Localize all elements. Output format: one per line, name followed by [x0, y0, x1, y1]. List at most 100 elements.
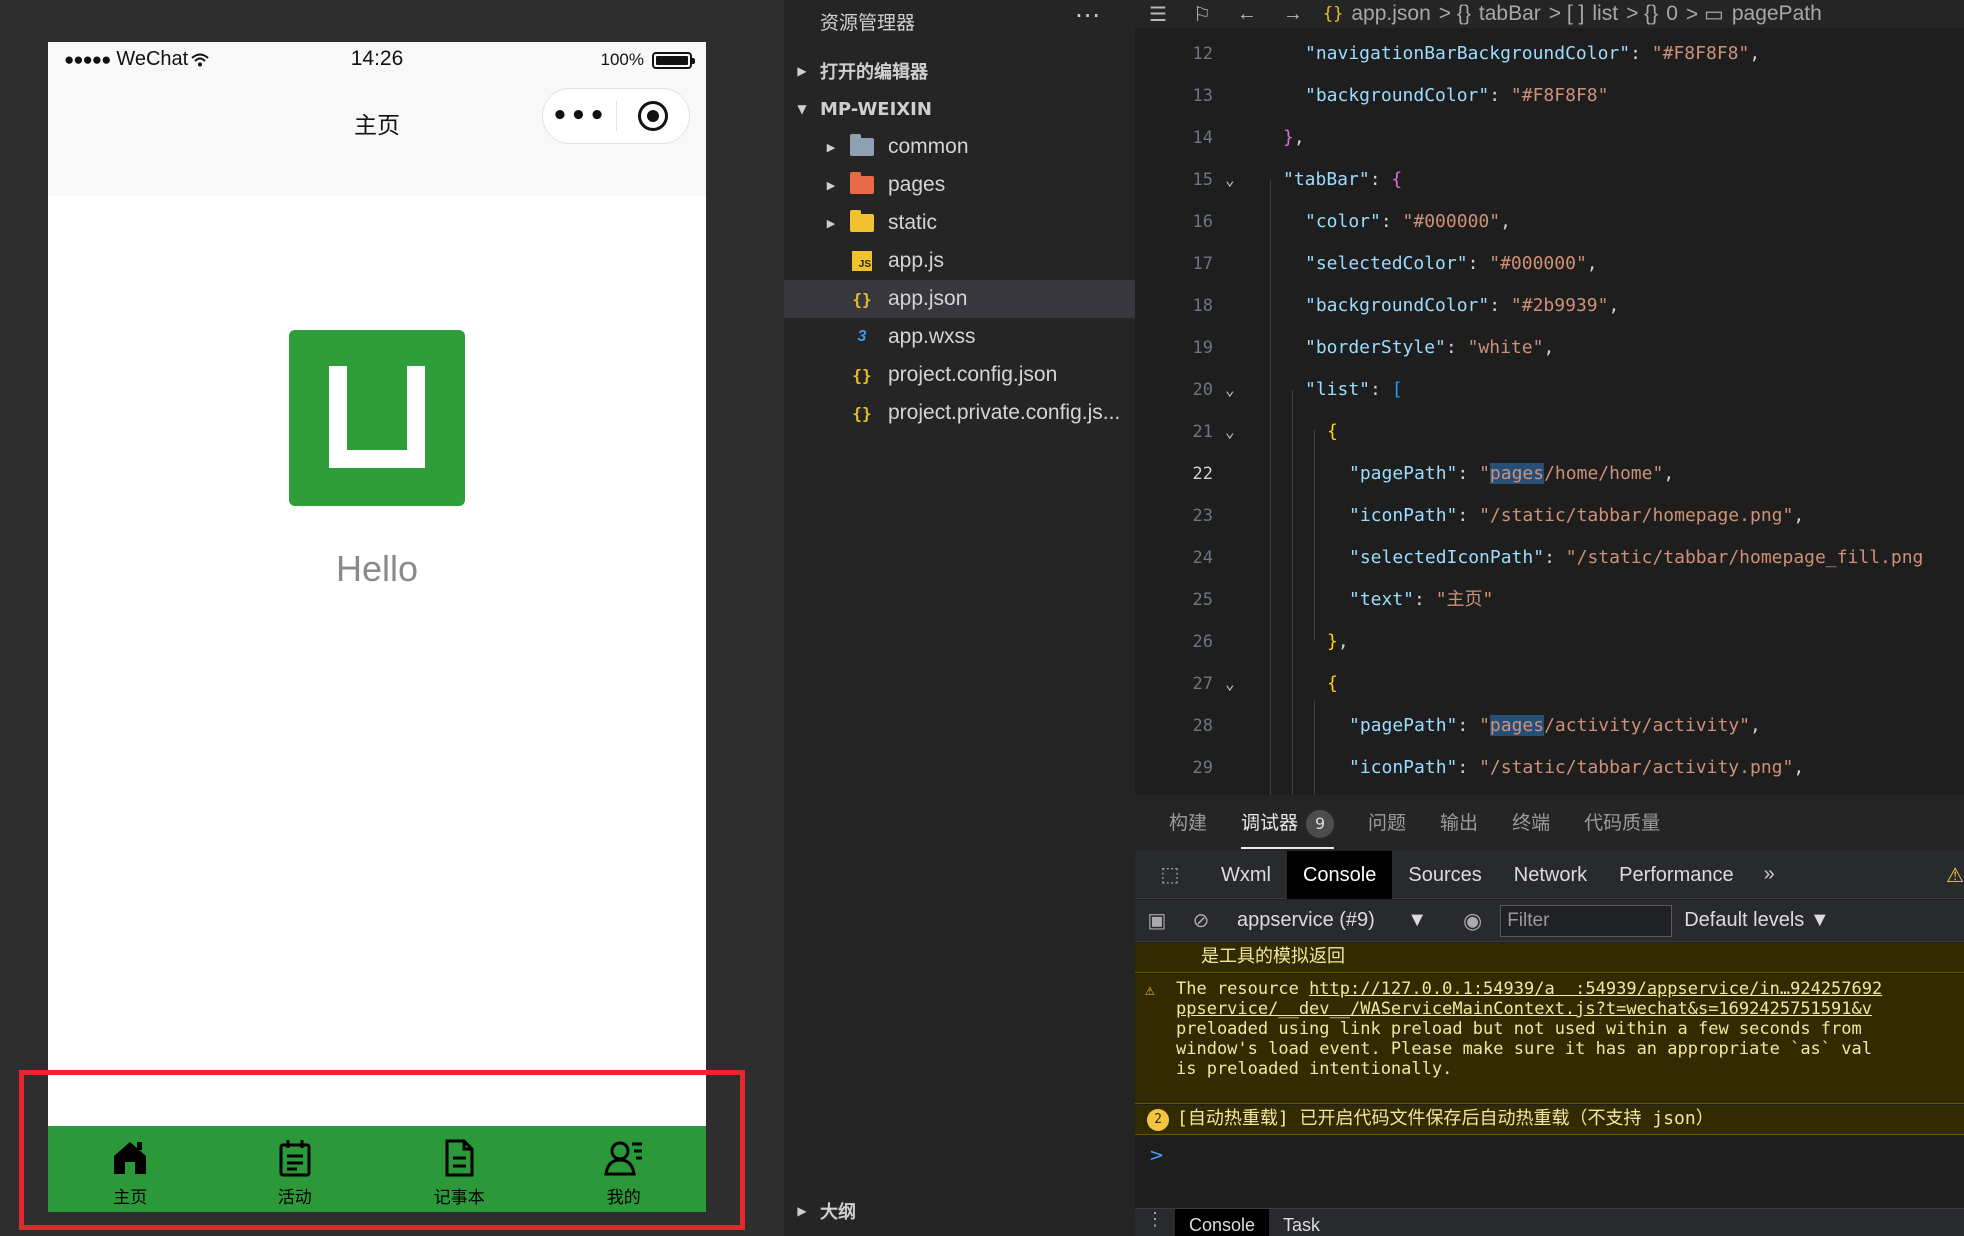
- outline-label: 大纲: [820, 1202, 856, 1223]
- chevron-right-icon: ▶: [826, 141, 836, 154]
- console-prompt[interactable]: >: [1149, 1145, 1164, 1166]
- folder-static-icon: [848, 210, 876, 235]
- chevron-right-icon: ▶: [826, 217, 836, 230]
- tab-network[interactable]: Network: [1498, 851, 1603, 899]
- project-label: MP-WEIXIN: [820, 98, 932, 120]
- tree-item-label: project.private.config.js...: [888, 401, 1121, 424]
- folder-pages-icon: [848, 172, 876, 197]
- console-toolbar: ▣ ⊘ appservice (#9) ▼ ◉ Filter Default le…: [1135, 900, 1964, 942]
- tab-code-quality[interactable]: 代码质量: [1584, 795, 1660, 851]
- chevron-right-icon: ▶: [826, 179, 836, 192]
- filter-input[interactable]: Filter: [1500, 904, 1673, 937]
- tab-build[interactable]: 构建: [1169, 795, 1207, 851]
- code-line: 26},: [1192, 631, 1349, 652]
- tab-problems[interactable]: 问题: [1368, 795, 1406, 851]
- code-line: 29 "iconPath": "/static/tabbar/activity.p…: [1192, 757, 1805, 778]
- warning-icon[interactable]: ⚠: [1946, 863, 1964, 888]
- tab-console[interactable]: Console: [1286, 850, 1393, 899]
- tab-debugger[interactable]: 调试器 9: [1241, 795, 1335, 851]
- code-line: 24 "selectedIconPath": "/static/tabbar/ho…: [1192, 547, 1924, 568]
- json-file-icon: {}: [1322, 4, 1344, 24]
- drawer-menu-icon[interactable]: ⋮: [1135, 1209, 1175, 1236]
- code-line: 19 "borderStyle": "white",: [1192, 337, 1555, 358]
- phone-screen: ●●●●● WeChat 14:26 100% 主页 ••• Hello 主页 …: [48, 42, 706, 1212]
- explorer-title: 资源管理器: [820, 12, 916, 34]
- tree-item-app-json[interactable]: {} app.json: [784, 280, 1135, 318]
- open-editors-section[interactable]: ▶ 打开的编辑器: [784, 52, 1135, 90]
- warning-line: window's load event. Please make sure it…: [1176, 1039, 1872, 1059]
- panel-tabs: 构建 调试器 9 问题 输出 终端 代码质量: [1135, 795, 1964, 851]
- folder-icon: [848, 134, 876, 159]
- code-line: 17 "selectedColor": "#000000",: [1192, 253, 1598, 274]
- app-logo: [289, 330, 465, 506]
- sidebar-toggle-icon[interactable]: ▣: [1135, 908, 1179, 933]
- chevron-right-icon: ▶: [797, 64, 807, 78]
- list-icon[interactable]: ☰: [1149, 2, 1167, 27]
- tree-item-project-config[interactable]: {} project.config.json: [784, 356, 1135, 394]
- drawer-tab-console[interactable]: Console: [1175, 1209, 1270, 1236]
- resource-link[interactable]: http://127.0.0.1:54939/a :54939/appservi…: [1309, 979, 1882, 999]
- drawer-tab-task[interactable]: Task: [1269, 1209, 1334, 1236]
- breadcrumb: ☰ ⚐ ← → {} app.json > {} tabBar > [ ] li…: [1135, 0, 1964, 28]
- warning-icon: ⚠: [1145, 980, 1155, 999]
- code-line: 12 "navigationBarBackgroundColor": "#F8F8…: [1192, 43, 1761, 64]
- eye-icon[interactable]: ◉: [1463, 908, 1482, 934]
- clear-console-icon[interactable]: ⊘: [1179, 908, 1223, 933]
- more-tabs-button[interactable]: »: [1750, 863, 1789, 886]
- chevron-down-icon: ▼: [797, 102, 807, 116]
- forward-arrow-icon[interactable]: →: [1283, 3, 1303, 26]
- log-levels-dropdown[interactable]: Default levels ▼: [1684, 909, 1829, 932]
- breadcrumb-index[interactable]: 0: [1666, 2, 1678, 26]
- fold-chevron-icon[interactable]: ⌄: [1225, 663, 1235, 705]
- code-line: 21 ⌄{: [1135, 411, 1964, 453]
- drawer-tabs: ⋮ Console Task: [1135, 1208, 1964, 1236]
- back-arrow-icon[interactable]: ←: [1237, 3, 1257, 26]
- tab-performance[interactable]: Performance: [1603, 851, 1750, 899]
- tab-sources[interactable]: Sources: [1392, 851, 1497, 899]
- tab-output[interactable]: 输出: [1440, 795, 1478, 851]
- css-file-icon: 3: [857, 328, 867, 345]
- tree-item-label: static: [888, 211, 938, 234]
- close-miniprogram-button[interactable]: [617, 101, 689, 131]
- breadcrumb-list[interactable]: list: [1592, 2, 1618, 26]
- current-line-number: 22: [1192, 464, 1213, 484]
- inspect-cursor-icon[interactable]: ⬚: [1135, 862, 1205, 887]
- tabbar-highlight-annotation: [19, 1070, 745, 1230]
- debugger-count-badge: 9: [1306, 809, 1335, 838]
- context-selector[interactable]: appservice (#9) ▼: [1237, 909, 1427, 932]
- open-editors-label: 打开的编辑器: [820, 62, 928, 83]
- code-editor[interactable]: ☰ ⚐ ← → {} app.json > {} tabBar > [ ] li…: [1135, 0, 1964, 795]
- dropdown-caret-icon: ▼: [1407, 909, 1427, 931]
- tree-item-pages[interactable]: ▶ pages: [784, 166, 1135, 204]
- tree-item-label: app.json: [888, 287, 968, 310]
- outline-section[interactable]: ▶ 大纲: [784, 1192, 1135, 1230]
- tree-item-label: pages: [888, 173, 946, 196]
- tree-item-app-js[interactable]: JS app.js: [784, 242, 1135, 280]
- code-line: 20 ⌄ "list": [: [1135, 369, 1964, 411]
- fold-chevron-icon[interactable]: ⌄: [1225, 411, 1235, 453]
- code-line: 14},: [1192, 127, 1305, 148]
- hot-reload-text: [自动热重载] 已开启代码文件保存后自动热重载（不支持 json）: [1177, 1108, 1714, 1129]
- project-section[interactable]: ▼ MP-WEIXIN: [784, 90, 1135, 128]
- menu-capsule: •••: [542, 88, 690, 144]
- bookmark-icon[interactable]: ⚐: [1193, 2, 1211, 27]
- more-menu-button[interactable]: •••: [543, 88, 616, 144]
- breadcrumb-pagepath[interactable]: pagePath: [1732, 2, 1822, 26]
- warning-prefix: The resource: [1176, 979, 1310, 999]
- fold-chevron-icon[interactable]: ⌄: [1225, 369, 1235, 411]
- tree-item-static[interactable]: ▶ static: [784, 204, 1135, 242]
- fold-chevron-icon[interactable]: ⌄: [1225, 159, 1235, 201]
- explorer-more-button[interactable]: ···: [1075, 2, 1101, 30]
- code-line: 23 "iconPath": "/static/tabbar/homepage.p…: [1192, 505, 1805, 526]
- tab-wxml[interactable]: Wxml: [1205, 851, 1287, 899]
- breadcrumb-file[interactable]: app.json: [1351, 2, 1430, 26]
- tree-item-app-wxss[interactable]: 3 app.wxss: [784, 318, 1135, 356]
- code-line: 27 ⌄{: [1135, 663, 1964, 705]
- tab-terminal[interactable]: 终端: [1512, 795, 1550, 851]
- devtools-tabs: ⬚ Wxml Console Sources Network Performan…: [1135, 850, 1964, 899]
- battery-status: 100%: [601, 50, 695, 70]
- tree-item-project-private-config[interactable]: {} project.private.config.js...: [784, 394, 1135, 432]
- resource-link-cont[interactable]: ppservice/__dev__/WAServiceMainContext.j…: [1176, 999, 1872, 1019]
- tree-item-common[interactable]: ▶ common: [784, 128, 1135, 166]
- breadcrumb-tabbar[interactable]: tabBar: [1479, 2, 1541, 26]
